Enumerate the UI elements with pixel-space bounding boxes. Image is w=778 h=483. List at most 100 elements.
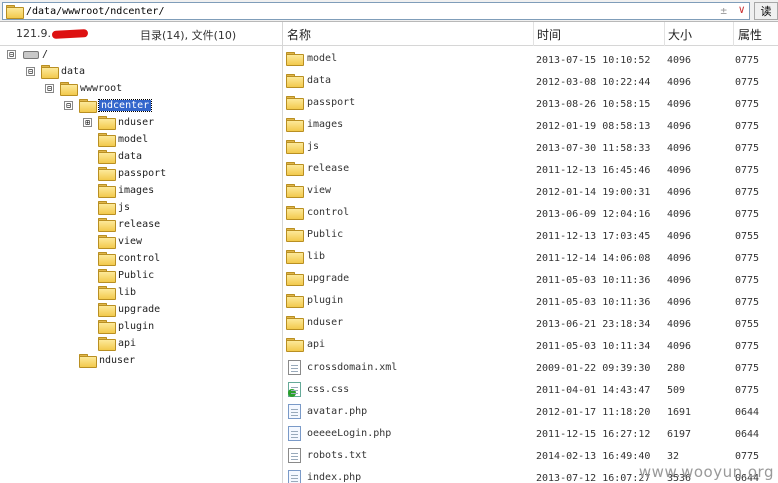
tree-node-label: control xyxy=(118,252,161,264)
table-row[interactable]: plugin 2011-05-03 10:11:36 4096 0775 xyxy=(283,290,778,312)
table-row[interactable]: js 2013-07-30 11:58:33 4096 0775 xyxy=(283,136,778,158)
table-row[interactable]: css.css 2011-04-01 14:43:47 509 0775 xyxy=(283,378,778,400)
tree-node-data[interactable]: ⊟ data xyxy=(26,63,85,79)
column-header-time[interactable]: 时间 xyxy=(537,26,561,44)
file-time: 2009-01-22 09:39:30 xyxy=(536,363,651,374)
file-attr: 0775 xyxy=(735,451,760,462)
tree-node-lib[interactable]: lib xyxy=(98,284,136,300)
tree-node-label: release xyxy=(118,218,161,230)
file-time: 2013-07-15 10:10:52 xyxy=(536,55,651,66)
collapse-toggle[interactable]: ⊟ xyxy=(64,100,73,110)
folder-icon xyxy=(98,184,116,198)
file-size: 4096 xyxy=(667,253,692,264)
file-size: 4096 xyxy=(667,165,692,176)
table-row[interactable]: lib 2011-12-14 14:06:08 4096 0775 xyxy=(283,246,778,268)
table-row[interactable]: Public 2011-12-13 17:03:45 4096 0755 xyxy=(283,224,778,246)
table-row[interactable]: oeeeeLogin.php 2011-12-15 16:27:12 6197 064… xyxy=(283,422,778,444)
table-row[interactable]: upgrade 2011-05-03 10:11:36 4096 0775 xyxy=(283,268,778,290)
tree-node-label: wwwroot xyxy=(80,82,123,94)
server-ip-text: 121.9. xyxy=(16,27,51,40)
file-size: 1691 xyxy=(667,407,692,418)
folder-open-icon xyxy=(79,99,97,113)
file-size: 32 xyxy=(667,451,680,462)
tree-node-js[interactable]: js xyxy=(98,199,130,215)
collapse-toggle[interactable]: ⊟ xyxy=(26,66,35,76)
tree-node-wwwroot[interactable]: ⊟ wwwroot xyxy=(45,80,122,96)
column-header-size[interactable]: 大小 xyxy=(668,26,692,44)
file-time: 2011-12-13 17:03:45 xyxy=(536,231,651,242)
path-text: /data/wwwroot/ndcenter/ xyxy=(26,5,165,17)
file-time: 2011-05-03 10:11:36 xyxy=(536,275,651,286)
file-name: Public xyxy=(307,228,344,240)
plus-icon[interactable]: ± xyxy=(720,4,727,17)
file-name: crossdomain.xml xyxy=(307,362,398,373)
file-size: 4096 xyxy=(667,143,692,154)
read-button[interactable]: 读 xyxy=(754,2,778,20)
tree-node-ndcenter[interactable]: ⊟ ndcenter xyxy=(64,97,153,113)
tree-node-label: passport xyxy=(118,167,167,179)
tree-node-nduser-sibling[interactable]: nduser xyxy=(79,352,135,368)
tree-node-root[interactable]: ⊟ / xyxy=(7,46,48,62)
watermark: www.wooyun.org xyxy=(638,463,774,481)
column-separator[interactable] xyxy=(664,22,665,46)
drive-icon xyxy=(22,49,39,59)
file-time: 2012-03-08 10:22:44 xyxy=(536,77,651,88)
table-row[interactable]: api 2011-05-03 10:11:34 4096 0775 xyxy=(283,334,778,356)
file-attr: 0755 xyxy=(735,319,760,330)
expand-toggle[interactable]: ⊞ xyxy=(83,117,92,127)
file-size: 280 xyxy=(667,363,686,374)
collapse-toggle[interactable]: ⊟ xyxy=(7,49,16,59)
file-time: 2012-01-14 19:00:31 xyxy=(536,187,651,198)
table-row[interactable]: release 2011-12-13 16:45:46 4096 0775 xyxy=(283,158,778,180)
text-file-icon xyxy=(288,448,301,463)
column-separator[interactable] xyxy=(733,22,734,46)
table-row[interactable]: crossdomain.xml 2009-01-22 09:39:30 280 077… xyxy=(283,356,778,378)
table-row[interactable]: view 2012-01-14 19:00:31 4096 0775 xyxy=(283,180,778,202)
table-row[interactable]: nduser 2013-06-21 23:18:34 4096 0755 xyxy=(283,312,778,334)
collapse-toggle[interactable]: ⊟ xyxy=(45,83,54,93)
tree-node-label: upgrade xyxy=(118,303,161,315)
file-time: 2011-05-03 10:11:36 xyxy=(536,297,651,308)
file-attr: 0775 xyxy=(735,99,760,110)
file-time: 2013-08-26 10:58:15 xyxy=(536,99,651,110)
table-row[interactable]: control 2013-06-09 12:04:16 4096 0775 xyxy=(283,202,778,224)
tree-node-label: data xyxy=(118,150,143,162)
column-separator[interactable] xyxy=(533,22,534,46)
file-list-header: 名称 时间 大小 属性 xyxy=(283,22,778,46)
tree-node-api[interactable]: api xyxy=(98,335,136,351)
table-row[interactable]: model 2013-07-15 10:10:52 4096 0775 xyxy=(283,48,778,70)
column-header-name[interactable]: 名称 xyxy=(287,26,311,44)
folder-icon xyxy=(98,201,116,215)
tree-node-plugin[interactable]: plugin xyxy=(98,318,154,334)
table-row[interactable]: images 2012-01-19 08:58:13 4096 0775 xyxy=(283,114,778,136)
file-size: 509 xyxy=(667,385,686,396)
column-header-attr[interactable]: 属性 xyxy=(738,26,762,44)
file-name: css.css xyxy=(307,384,350,395)
tree-node-public[interactable]: Public xyxy=(98,267,154,283)
redaction-mark xyxy=(51,29,89,39)
folder-icon xyxy=(98,167,116,181)
php-file-icon xyxy=(288,404,301,419)
folder-icon xyxy=(60,82,78,96)
tree-node-data[interactable]: data xyxy=(98,148,142,164)
tree-node-control[interactable]: control xyxy=(98,250,160,266)
folder-icon xyxy=(286,338,304,352)
table-row[interactable]: data 2012-03-08 10:22:44 4096 0775 xyxy=(283,70,778,92)
folder-icon xyxy=(286,162,304,176)
file-attr: 0775 xyxy=(735,275,760,286)
tree-node-images[interactable]: images xyxy=(98,182,154,198)
folder-icon xyxy=(98,133,116,147)
tree-node-model[interactable]: model xyxy=(98,131,148,147)
tree-node-nduser[interactable]: ⊞ nduser xyxy=(83,114,154,130)
tree-node-view[interactable]: view xyxy=(98,233,142,249)
file-size: 4096 xyxy=(667,297,692,308)
tree-node-passport[interactable]: passport xyxy=(98,165,166,181)
table-row[interactable]: passport 2013-08-26 10:58:15 4096 0775 xyxy=(283,92,778,114)
chevron-down-icon[interactable]: ∨ xyxy=(738,3,745,16)
path-input[interactable]: /data/wwwroot/ndcenter/ ± ∨ xyxy=(2,2,750,20)
file-time: 2014-02-13 16:49:40 xyxy=(536,451,651,462)
table-row[interactable]: avatar.php 2012-01-17 11:18:20 1691 0644 xyxy=(283,400,778,422)
tree-node-release[interactable]: release xyxy=(98,216,160,232)
tree-node-upgrade[interactable]: upgrade xyxy=(98,301,160,317)
directory-tree: ⊟ / ⊟ data ⊟ wwwroot ⊟ ndcenter ⊞ nduser… xyxy=(0,46,282,483)
